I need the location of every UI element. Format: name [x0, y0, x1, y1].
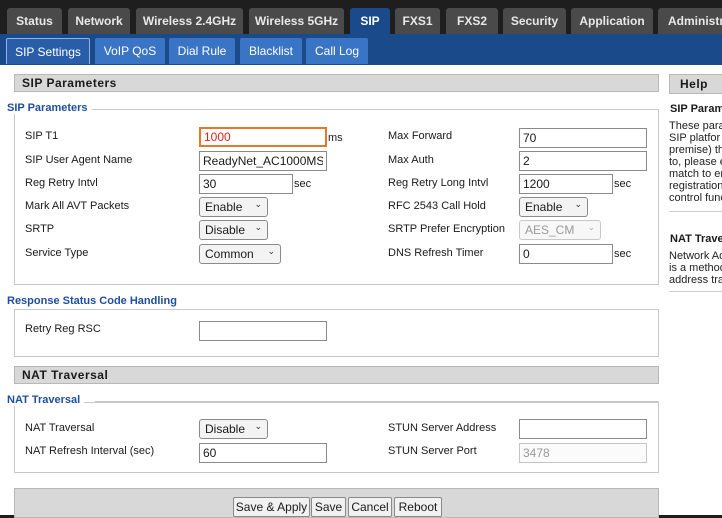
service-type-value: Common: [205, 247, 254, 261]
label-user-agent: SIP User Agent Name: [25, 154, 133, 166]
unit-sec: sec: [294, 178, 312, 190]
label-rfc2543: RFC 2543 Call Hold: [388, 200, 486, 212]
tab-administration[interactable]: Administra: [658, 8, 722, 34]
label-stun-address: STUN Server Address: [388, 422, 497, 434]
label-srtp: SRTP: [25, 223, 55, 235]
tab-wireless-5[interactable]: Wireless 5GHz: [249, 8, 344, 34]
max-auth-input[interactable]: [519, 151, 647, 171]
label-stun-port: STUN Server Port: [388, 445, 477, 457]
subtab-dial-rule[interactable]: Dial Rule: [169, 38, 235, 64]
label-nat-refresh: NAT Refresh Interval (sec): [25, 445, 155, 457]
service-type-select[interactable]: Common ⌄: [199, 244, 281, 264]
srtp-value: Disable: [205, 223, 246, 237]
cancel-button[interactable]: Cancel: [348, 497, 392, 517]
help-text: control func: [669, 192, 722, 204]
label-dns-refresh: DNS Refresh Timer: [388, 247, 484, 259]
subtab-blacklist[interactable]: Blacklist: [240, 38, 302, 64]
button-bar: Save & Apply Save Cancel Reboot: [14, 488, 659, 518]
sub-nav: SIP Settings VoIP QoS Dial Rule Blacklis…: [0, 34, 722, 65]
help-text: These para: [669, 120, 722, 132]
save-apply-button[interactable]: Save & Apply: [233, 497, 310, 517]
chevron-down-icon: ⌄: [254, 421, 262, 431]
help-header: Help: [669, 74, 722, 94]
nat-refresh-input[interactable]: [199, 443, 327, 463]
section-header-nat: NAT Traversal: [14, 366, 659, 384]
tab-application[interactable]: Application: [571, 8, 653, 34]
chevron-down-icon: ⌄: [587, 222, 595, 232]
reg-retry-long-input[interactable]: [519, 174, 613, 194]
tab-wireless-24[interactable]: Wireless 2.4GHz: [136, 8, 243, 34]
help-text: address tra: [669, 274, 722, 286]
legend-divider: [95, 401, 659, 402]
unit-sec: sec: [614, 178, 632, 190]
reboot-button[interactable]: Reboot: [394, 497, 442, 517]
help-divider: [669, 211, 722, 212]
legend-response-status: Response Status Code Handling: [7, 295, 181, 307]
save-button[interactable]: Save: [311, 497, 346, 517]
chevron-down-icon: ⌄: [254, 222, 262, 232]
chevron-down-icon: ⌄: [267, 246, 275, 256]
tab-sip[interactable]: SIP: [350, 8, 390, 34]
dns-refresh-input[interactable]: [519, 244, 613, 264]
srtp-encryption-value: AES_CM: [525, 223, 575, 237]
label-retry-reg-rsc: Retry Reg RSC: [25, 323, 101, 335]
help-text: registration: [669, 180, 722, 192]
mark-avt-select[interactable]: Enable ⌄: [199, 197, 268, 217]
srtp-encryption-select[interactable]: AES_CM ⌄: [519, 220, 601, 240]
help-text: Network Ad: [669, 250, 722, 262]
stun-address-input[interactable]: [519, 419, 647, 439]
reg-retry-input[interactable]: [199, 174, 293, 194]
unit-sec: sec: [614, 248, 632, 260]
subtab-voip-qos[interactable]: VoIP QoS: [95, 38, 165, 64]
user-agent-input[interactable]: [199, 151, 327, 171]
max-forward-input[interactable]: [519, 128, 647, 148]
legend-nat: NAT Traversal: [7, 394, 85, 406]
help-text: to, please e: [669, 156, 722, 168]
label-srtp-encryption: SRTP Prefer Encryption: [388, 223, 505, 235]
srtp-select[interactable]: Disable ⌄: [199, 220, 268, 240]
help-text: SIP platfor: [669, 132, 721, 144]
top-nav: Status Network Wireless 2.4GHz Wireless …: [0, 0, 722, 34]
help-text: is a method: [669, 262, 722, 274]
rfc2543-select[interactable]: Enable ⌄: [519, 197, 588, 217]
label-sip-t1: SIP T1: [25, 130, 59, 142]
legend-sip-params: SIP Parameters: [7, 102, 92, 114]
section-header-sip: SIP Parameters: [14, 74, 659, 92]
stun-port-input[interactable]: [519, 443, 647, 463]
chevron-down-icon: ⌄: [574, 199, 582, 209]
help-nat-title: NAT Trave: [670, 233, 722, 245]
tab-status[interactable]: Status: [7, 8, 62, 34]
label-reg-retry: Reg Retry Intvl: [25, 177, 98, 189]
label-max-forward: Max Forward: [388, 130, 453, 142]
nat-traversal-select[interactable]: Disable ⌄: [199, 419, 268, 439]
sip-t1-input[interactable]: [199, 127, 327, 147]
label-reg-retry-long: Reg Retry Long Intvl: [388, 177, 489, 189]
label-max-auth: Max Auth: [388, 154, 434, 166]
label-service-type: Service Type: [25, 247, 89, 259]
help-text: premise) th: [669, 144, 722, 156]
help-text: match to er: [669, 168, 722, 180]
chevron-down-icon: ⌄: [254, 199, 262, 209]
retry-reg-rsc-input[interactable]: [199, 321, 327, 341]
help-panel: Help SIP Param These para SIP platfor pr…: [666, 65, 722, 515]
nat-traversal-value: Disable: [205, 422, 246, 436]
tab-network[interactable]: Network: [68, 8, 130, 34]
tab-fxs1[interactable]: FXS1: [395, 8, 440, 34]
label-nat-traversal: NAT Traversal: [25, 422, 95, 434]
tab-fxs2[interactable]: FXS2: [446, 8, 498, 34]
mark-avt-value: Enable: [205, 200, 243, 214]
subtab-sip-settings[interactable]: SIP Settings: [6, 38, 90, 64]
help-divider: [669, 291, 722, 292]
legend-divider: [105, 109, 659, 110]
unit-ms: ms: [328, 132, 343, 144]
rfc2543-value: Enable: [525, 200, 563, 214]
help-sip-title: SIP Param: [670, 103, 722, 115]
subtab-call-log[interactable]: Call Log: [306, 38, 368, 64]
main-content: SIP Parameters SIP Parameters SIP T1 ms …: [0, 65, 666, 518]
response-status-box: [14, 309, 659, 357]
label-mark-avt: Mark All AVT Packets: [25, 200, 130, 212]
tab-security[interactable]: Security: [503, 8, 566, 34]
